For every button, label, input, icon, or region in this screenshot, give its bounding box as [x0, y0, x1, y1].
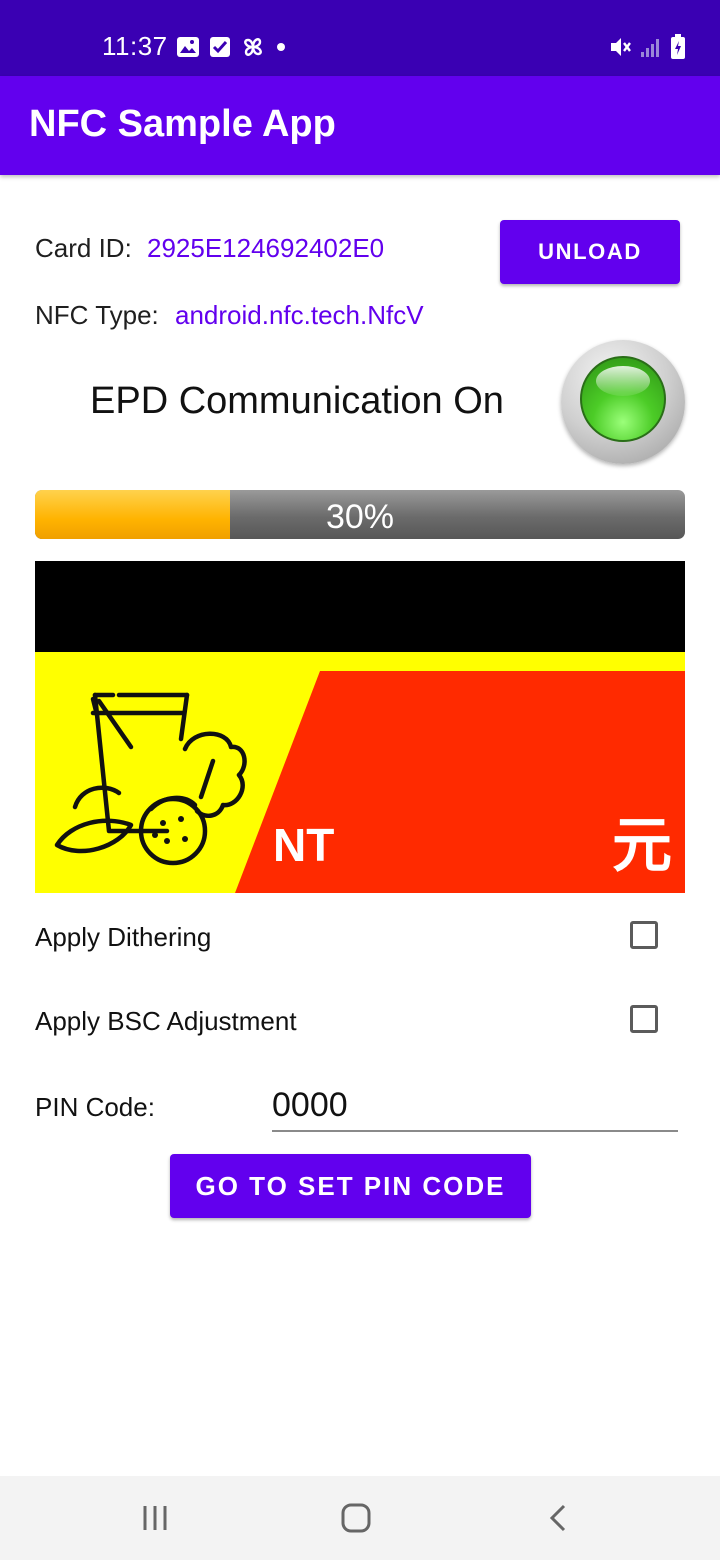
mute-icon: [611, 38, 631, 56]
image-icon: [177, 37, 199, 57]
preview-nt-text: NT: [273, 819, 335, 871]
card-id-label: Card ID:: [35, 233, 132, 263]
dithering-label: Apply Dithering: [35, 922, 212, 952]
status-time: 11:37: [102, 31, 168, 61]
pin-code-label: PIN Code:: [35, 1092, 155, 1122]
checkbox-icon: [210, 37, 230, 57]
nfc-type-label: NFC Type:: [35, 300, 159, 330]
pin-code-input[interactable]: [272, 1080, 678, 1132]
app-title: NFC Sample App: [29, 103, 336, 145]
bsc-adjustment-label: Apply BSC Adjustment: [35, 1006, 297, 1036]
back-icon[interactable]: [528, 1494, 588, 1542]
nfc-type-value: android.nfc.tech.NfcV: [175, 300, 424, 330]
home-icon[interactable]: [326, 1494, 386, 1542]
dot-icon: [277, 43, 285, 51]
pinwheel-icon: [244, 38, 262, 56]
epd-status-text: EPD Communication On: [90, 380, 504, 422]
app-bar: NFC Sample App: [0, 76, 720, 175]
progress-text: 30%: [325, 498, 395, 536]
progress-bar: 30%: [35, 490, 685, 539]
epd-preview-image: [35, 561, 685, 893]
battery-icon: [671, 34, 685, 59]
dithering-checkbox[interactable]: [630, 921, 658, 949]
unload-button[interactable]: UNLOAD: [500, 220, 680, 284]
status-icons-right: [608, 34, 686, 60]
preview-currency-text: 元: [612, 811, 672, 881]
bsc-adjustment-checkbox[interactable]: [630, 1005, 658, 1033]
status-led-icon: [561, 340, 685, 464]
status-led-shine: [596, 366, 650, 396]
recents-icon[interactable]: [125, 1494, 185, 1542]
status-icons-left: [176, 34, 287, 60]
status-led-light: [580, 356, 666, 442]
signal-icon: [641, 39, 659, 57]
preview-black-band: [35, 561, 685, 652]
card-id-value: 2925E124692402E0: [147, 233, 385, 263]
navigation-bar: [0, 1476, 720, 1560]
set-pin-code-button[interactable]: GO TO SET PIN CODE: [170, 1154, 531, 1218]
status-bar: 11:37: [0, 0, 720, 76]
